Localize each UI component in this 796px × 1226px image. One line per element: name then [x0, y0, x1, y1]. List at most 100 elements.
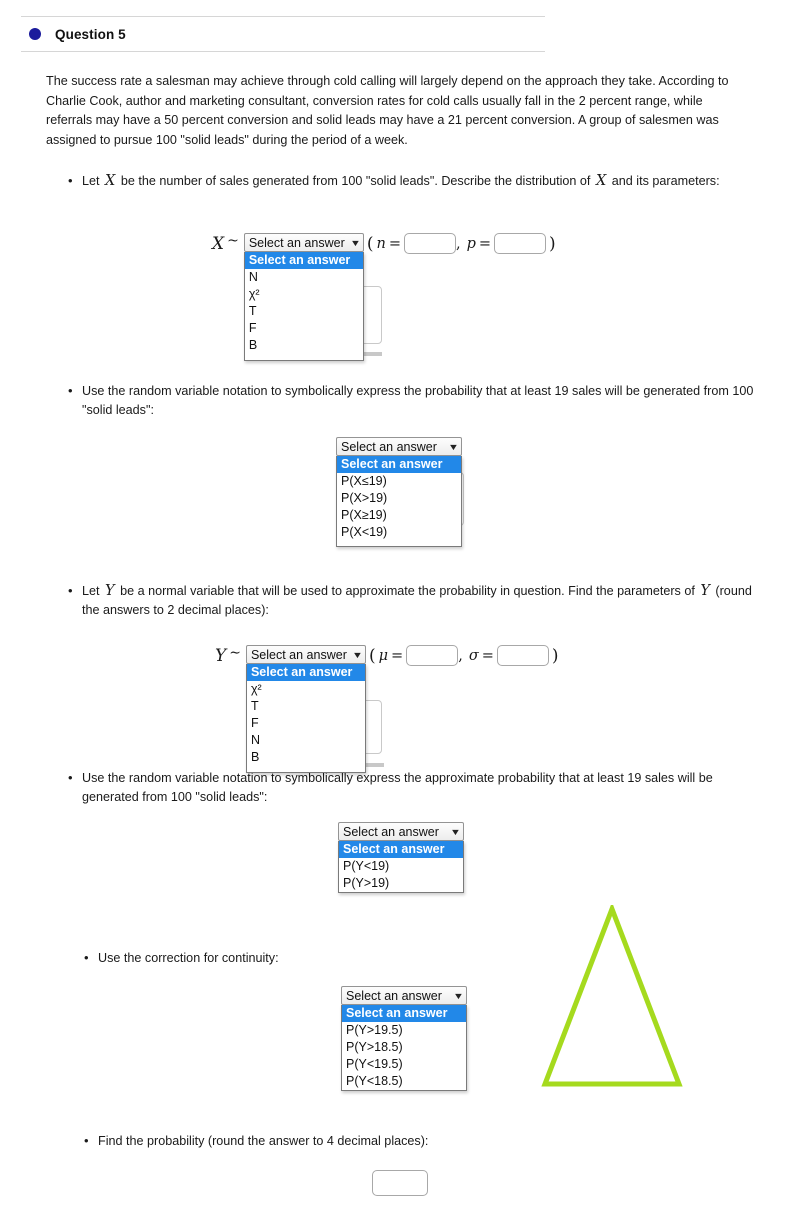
equals-sign-sigma: =	[481, 647, 494, 664]
chevron-down-icon: ▼	[447, 441, 460, 452]
lhs-variable-y: Y	[215, 646, 227, 666]
option-item[interactable]: Select an answer	[337, 456, 461, 473]
select-py-notation-row: Select an answer ▼ Select an answer P(Y<…	[338, 822, 464, 893]
option-item[interactable]: N	[245, 269, 363, 286]
option-item[interactable]: P(Y>19.5)	[342, 1022, 466, 1039]
option-item[interactable]: Select an answer	[342, 1005, 466, 1022]
close-paren: )	[549, 233, 556, 254]
bullet-1-text-c: and its parameters:	[611, 174, 720, 188]
chevron-down-icon: ▼	[449, 826, 462, 837]
option-list-filler	[247, 766, 365, 772]
select-distribution-x-wrapper: Select an answer ▼ Select an answer N χ²…	[243, 233, 364, 361]
select-distribution-x-value: Select an answer	[248, 235, 345, 250]
bullet-list-5: Use the correction for continuity:	[80, 948, 518, 968]
equals-sign-mu: =	[391, 647, 404, 664]
chevron-down-icon: ▼	[351, 649, 364, 660]
select-continuity-options[interactable]: Select an answer P(Y>19.5) P(Y>18.5) P(Y…	[341, 1005, 467, 1091]
bullet-list-4: Use the random variable notation to symb…	[64, 768, 772, 807]
select-px-notation-row: Select an answer ▼ Select an answer P(X≤…	[336, 437, 462, 547]
select-py-notation[interactable]: Select an answer ▼	[338, 822, 464, 841]
option-item[interactable]: T	[247, 698, 365, 715]
bullet-3-text-b: be a normal variable that will be used t…	[120, 584, 695, 598]
intro-paragraph: The success rate a salesman may achieve …	[46, 74, 729, 147]
select-distribution-y-wrapper: Select an answer ▼ Select an answer χ² T…	[245, 645, 366, 773]
option-item[interactable]: F	[247, 715, 365, 732]
option-item[interactable]: P(Y<19)	[339, 858, 463, 875]
option-item[interactable]: F	[245, 320, 363, 337]
option-item[interactable]: B	[247, 749, 365, 766]
final-answer-input[interactable]	[372, 1170, 428, 1196]
close-paren: )	[551, 645, 559, 666]
option-item[interactable]: Select an answer	[246, 664, 365, 681]
bullet-list-6: Find the probability (round the answer t…	[80, 1131, 618, 1151]
parameter-mu-symbol: μ	[378, 647, 389, 664]
random-variable-y: Y	[105, 583, 115, 599]
select-py-notation-wrapper: Select an answer ▼ Select an answer P(Y<…	[338, 822, 464, 893]
select-distribution-x-options[interactable]: Select an answer N χ² T F B	[243, 252, 364, 361]
select-px-notation-value: Select an answer	[341, 439, 437, 454]
parameter-sigma-input[interactable]	[496, 645, 549, 666]
option-item[interactable]: χ²	[245, 286, 363, 303]
select-distribution-y-options[interactable]: Select an answer χ² T F N B	[245, 664, 366, 773]
open-paren: (	[368, 645, 376, 666]
distribution-y-row: Y ∼ Select an answer ▼ Select an answer …	[215, 645, 562, 773]
bullet-list-2: Use the random variable notation to symb…	[64, 381, 772, 420]
option-item[interactable]: χ²	[247, 681, 365, 698]
option-item[interactable]: N	[247, 732, 365, 749]
parameter-p-input[interactable]	[494, 233, 547, 254]
select-py-notation-options[interactable]: Select an answer P(Y<19) P(Y>19)	[338, 841, 464, 893]
select-continuity-wrapper: Select an answer ▼ Select an answer P(Y>…	[341, 986, 467, 1091]
select-px-notation-options[interactable]: Select an answer P(X≤19) P(X>19) P(X≥19)…	[336, 456, 462, 547]
final-answer-wrapper	[372, 1170, 428, 1196]
option-list-filler	[337, 541, 461, 546]
option-item[interactable]: P(Y<18.5)	[342, 1073, 466, 1090]
comma-separator: ,	[458, 647, 463, 664]
random-variable-y-2: Y	[700, 583, 710, 599]
equals-sign-p: =	[478, 235, 492, 252]
select-continuity-value: Select an answer	[346, 988, 442, 1003]
list-item-continuity-correction: Use the correction for continuity:	[84, 948, 518, 968]
option-item[interactable]: Select an answer	[339, 841, 463, 858]
question-header: Question 5	[21, 16, 545, 52]
distribution-x-row: X ~ Select an answer ▼ Select an answer …	[212, 233, 559, 361]
option-item[interactable]: Select an answer	[244, 252, 363, 269]
bullet-1-text-b: be the number of sales generated from 10…	[120, 174, 591, 188]
triangle-icon	[541, 905, 683, 1087]
option-item[interactable]: P(Y>19)	[339, 875, 463, 892]
parameter-p-symbol: p	[466, 235, 476, 252]
parameter-n-input[interactable]	[403, 233, 456, 254]
select-distribution-y[interactable]: Select an answer ▼	[245, 645, 366, 664]
select-continuity-row: Select an answer ▼ Select an answer P(Y>…	[341, 986, 467, 1091]
parameter-n-symbol: n	[376, 235, 386, 252]
select-continuity-correction[interactable]: Select an answer ▼	[341, 986, 467, 1005]
select-distribution-y-value: Select an answer	[250, 647, 347, 662]
binomial-parameters-group: ( n = , p = )	[364, 233, 559, 254]
option-item[interactable]: P(Y<19.5)	[342, 1056, 466, 1073]
select-px-notation-wrapper: Select an answer ▼ Select an answer P(X≤…	[336, 437, 462, 547]
list-item-notation-approx: Use the random variable notation to symb…	[68, 768, 772, 807]
option-item[interactable]: P(Y>18.5)	[342, 1039, 466, 1056]
option-item[interactable]: P(X<19)	[337, 524, 461, 541]
list-item-find-probability: Find the probability (round the answer t…	[84, 1131, 618, 1151]
chevron-down-icon: ▼	[452, 990, 465, 1001]
question-status-dot	[29, 28, 41, 40]
chevron-down-icon: ▼	[349, 237, 361, 248]
open-paren: (	[366, 233, 374, 254]
option-item[interactable]: P(X≥19)	[337, 507, 461, 524]
select-py-notation-value: Select an answer	[343, 824, 439, 839]
select-px-notation[interactable]: Select an answer ▼	[336, 437, 462, 456]
comma-separator: ,	[455, 235, 461, 252]
parameter-mu-input[interactable]	[406, 645, 459, 666]
option-item[interactable]: B	[245, 337, 363, 354]
select-distribution-x[interactable]: Select an answer ▼	[243, 233, 364, 252]
lhs-variable-x: X	[212, 234, 225, 254]
option-item[interactable]: T	[245, 303, 363, 320]
option-item[interactable]: P(X>19)	[337, 490, 461, 507]
bullet-list-1: Let X be the number of sales generated f…	[64, 171, 772, 191]
list-item-notation-exact: Use the random variable notation to symb…	[68, 381, 772, 420]
bullet-3-text-a: Let	[82, 584, 100, 598]
tilde-symbol-y: ∼	[229, 645, 241, 661]
option-item[interactable]: P(X≤19)	[337, 473, 461, 490]
option-list-filler	[245, 354, 363, 360]
random-variable-x: X	[105, 173, 116, 189]
